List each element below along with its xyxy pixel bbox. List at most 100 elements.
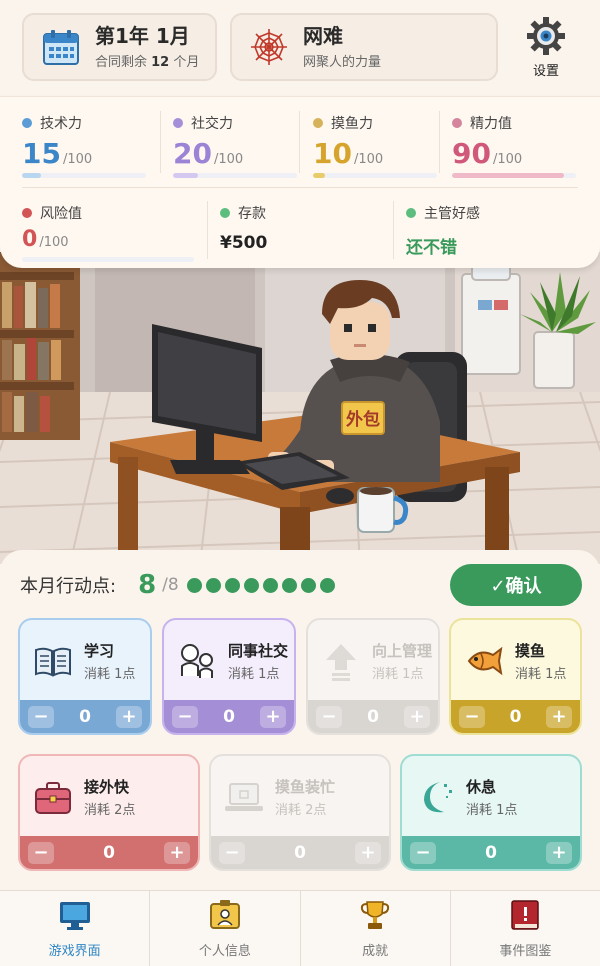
stat-boss: 主管好感 还不错 bbox=[406, 203, 480, 258]
stat-value: 还不错 bbox=[406, 238, 457, 258]
decrement-button[interactable]: − bbox=[28, 841, 54, 864]
nav-game[interactable]: 游戏界面 bbox=[0, 891, 151, 966]
increment-button[interactable]: + bbox=[355, 841, 381, 864]
gear-icon bbox=[527, 17, 565, 55]
decrement-button[interactable]: − bbox=[316, 705, 342, 728]
action-stepper: − 0 + bbox=[211, 836, 389, 869]
decrement-button[interactable]: − bbox=[459, 705, 485, 728]
bottom-nav: 游戏界面 个人信息 成就 事件图鉴 bbox=[0, 890, 600, 966]
stat-max: /100 bbox=[353, 152, 384, 167]
divider bbox=[207, 201, 208, 259]
stat-value: 15 bbox=[22, 137, 61, 170]
action-name: 同事社交 bbox=[228, 641, 289, 660]
action-card-rest[interactable]: 休息 消耗 1点 − 0 + bbox=[400, 754, 582, 871]
stat-bar bbox=[452, 173, 576, 178]
action-cost: 消耗 2点 bbox=[84, 802, 136, 818]
stat-label: 社交力 bbox=[191, 116, 233, 132]
decrement-button[interactable]: − bbox=[410, 841, 436, 864]
increment-button[interactable]: + bbox=[546, 705, 572, 728]
increment-button[interactable]: + bbox=[404, 705, 430, 728]
stat-bar-fill bbox=[313, 173, 326, 178]
action-card-pretend-busy[interactable]: 摸鱼装忙 消耗 2点 − 0 + bbox=[209, 754, 391, 871]
book-icon bbox=[35, 647, 71, 677]
settings-button[interactable]: 设置 bbox=[522, 16, 570, 79]
laptop-icon bbox=[225, 783, 263, 811]
increment-button[interactable]: + bbox=[546, 841, 572, 864]
stat-max: /100 bbox=[39, 235, 69, 250]
company-card: 网难 网聚人的力量 bbox=[230, 13, 498, 81]
top-header: 第1年 1月 合同剩余 12 个月 网难 网聚人的力量 设置 bbox=[0, 0, 600, 96]
increment-button[interactable]: + bbox=[116, 705, 142, 728]
stat-label: 主管好感 bbox=[424, 206, 480, 222]
action-card-study[interactable]: 学习 消耗 1点 − 0 + bbox=[18, 618, 152, 735]
book-red-icon bbox=[511, 900, 540, 930]
increment-button[interactable]: + bbox=[260, 705, 286, 728]
nav-event-book[interactable]: 事件图鉴 bbox=[451, 891, 600, 966]
decrement-button[interactable]: − bbox=[219, 841, 245, 864]
moon-icon bbox=[424, 782, 452, 813]
nav-achievements[interactable]: 成就 bbox=[301, 891, 451, 966]
stat-energy: 精力值 90/100 bbox=[452, 113, 576, 178]
up-arrow-icon bbox=[326, 644, 356, 681]
company-slogan: 网聚人的力量 bbox=[303, 55, 382, 70]
action-card-side-job[interactable]: 接外快 消耗 2点 − 0 + bbox=[18, 754, 200, 871]
stat-savings: 存款 ¥500 bbox=[220, 203, 267, 253]
action-card-slack[interactable]: 摸鱼 消耗 1点 − 0 + bbox=[449, 618, 582, 735]
action-point-dot bbox=[319, 577, 335, 593]
nav-label: 成就 bbox=[362, 944, 389, 959]
action-count: 0 bbox=[367, 706, 379, 727]
decrement-button[interactable]: − bbox=[28, 705, 54, 728]
action-stepper: − 0 + bbox=[308, 700, 438, 733]
stat-label: 精力值 bbox=[470, 116, 512, 132]
action-card-manage-up[interactable]: 向上管理 消耗 1点 − 0 + bbox=[306, 618, 440, 735]
stat-dot bbox=[452, 118, 462, 128]
people-icon bbox=[181, 644, 213, 678]
action-cost: 消耗 1点 bbox=[466, 802, 518, 818]
nav-label: 游戏界面 bbox=[48, 944, 101, 959]
stat-bar bbox=[22, 173, 146, 178]
stat-value: 20 bbox=[173, 137, 212, 170]
action-points-dots bbox=[186, 577, 339, 593]
briefcase-icon bbox=[35, 782, 71, 814]
stat-value: 0 bbox=[22, 227, 38, 252]
company-name: 网难 bbox=[303, 24, 343, 48]
action-count: 0 bbox=[223, 706, 235, 727]
action-count: 0 bbox=[509, 706, 522, 727]
stat-label: 摸鱼力 bbox=[331, 116, 373, 132]
stat-dot bbox=[173, 118, 183, 128]
stat-social: 社交力 20/100 bbox=[173, 113, 297, 178]
action-cost: 消耗 1点 bbox=[372, 666, 424, 682]
stat-max: /100 bbox=[213, 152, 244, 167]
increment-button[interactable]: + bbox=[164, 841, 190, 864]
trophy-icon bbox=[360, 901, 390, 929]
date-card: 第1年 1月 合同剩余 12 个月 bbox=[22, 13, 217, 81]
stat-label: 风险值 bbox=[40, 206, 82, 222]
id-badge-icon bbox=[209, 900, 240, 929]
stat-value: ¥500 bbox=[220, 233, 268, 253]
badge-text: 外包 bbox=[346, 409, 380, 430]
decrement-button[interactable]: − bbox=[172, 705, 198, 728]
stat-bar bbox=[173, 173, 297, 178]
stat-label: 技术力 bbox=[40, 116, 82, 132]
action-panel: 本月行动点: 8 /8 ✓确认 学习 消耗 1点 − 0 + 同事社交 消耗 1… bbox=[0, 550, 600, 890]
office-illustration: 外包 bbox=[0, 252, 600, 564]
stat-risk: 风险值 0/100 bbox=[22, 203, 194, 262]
action-cost: 消耗 1点 bbox=[228, 666, 280, 682]
action-points-current: 8 bbox=[138, 570, 157, 600]
stat-value: 90 bbox=[452, 137, 491, 170]
monitor-icon bbox=[59, 902, 90, 930]
action-name: 摸鱼装忙 bbox=[275, 777, 336, 796]
nav-profile[interactable]: 个人信息 bbox=[150, 891, 301, 966]
settings-label: 设置 bbox=[532, 64, 559, 79]
confirm-button[interactable]: ✓确认 bbox=[450, 564, 582, 606]
action-point-dot bbox=[281, 577, 297, 593]
office-scene: 外包 bbox=[0, 252, 600, 564]
action-card-social[interactable]: 同事社交 消耗 1点 − 0 + bbox=[162, 618, 296, 735]
divider bbox=[22, 187, 578, 188]
divider bbox=[299, 111, 300, 173]
stat-tech: 技术力 15/100 bbox=[22, 113, 146, 178]
fish-icon bbox=[467, 646, 503, 676]
spider-web-icon bbox=[251, 29, 287, 65]
action-count: 0 bbox=[485, 842, 497, 863]
action-points-row: 本月行动点: 8 /8 ✓确认 bbox=[20, 564, 582, 606]
